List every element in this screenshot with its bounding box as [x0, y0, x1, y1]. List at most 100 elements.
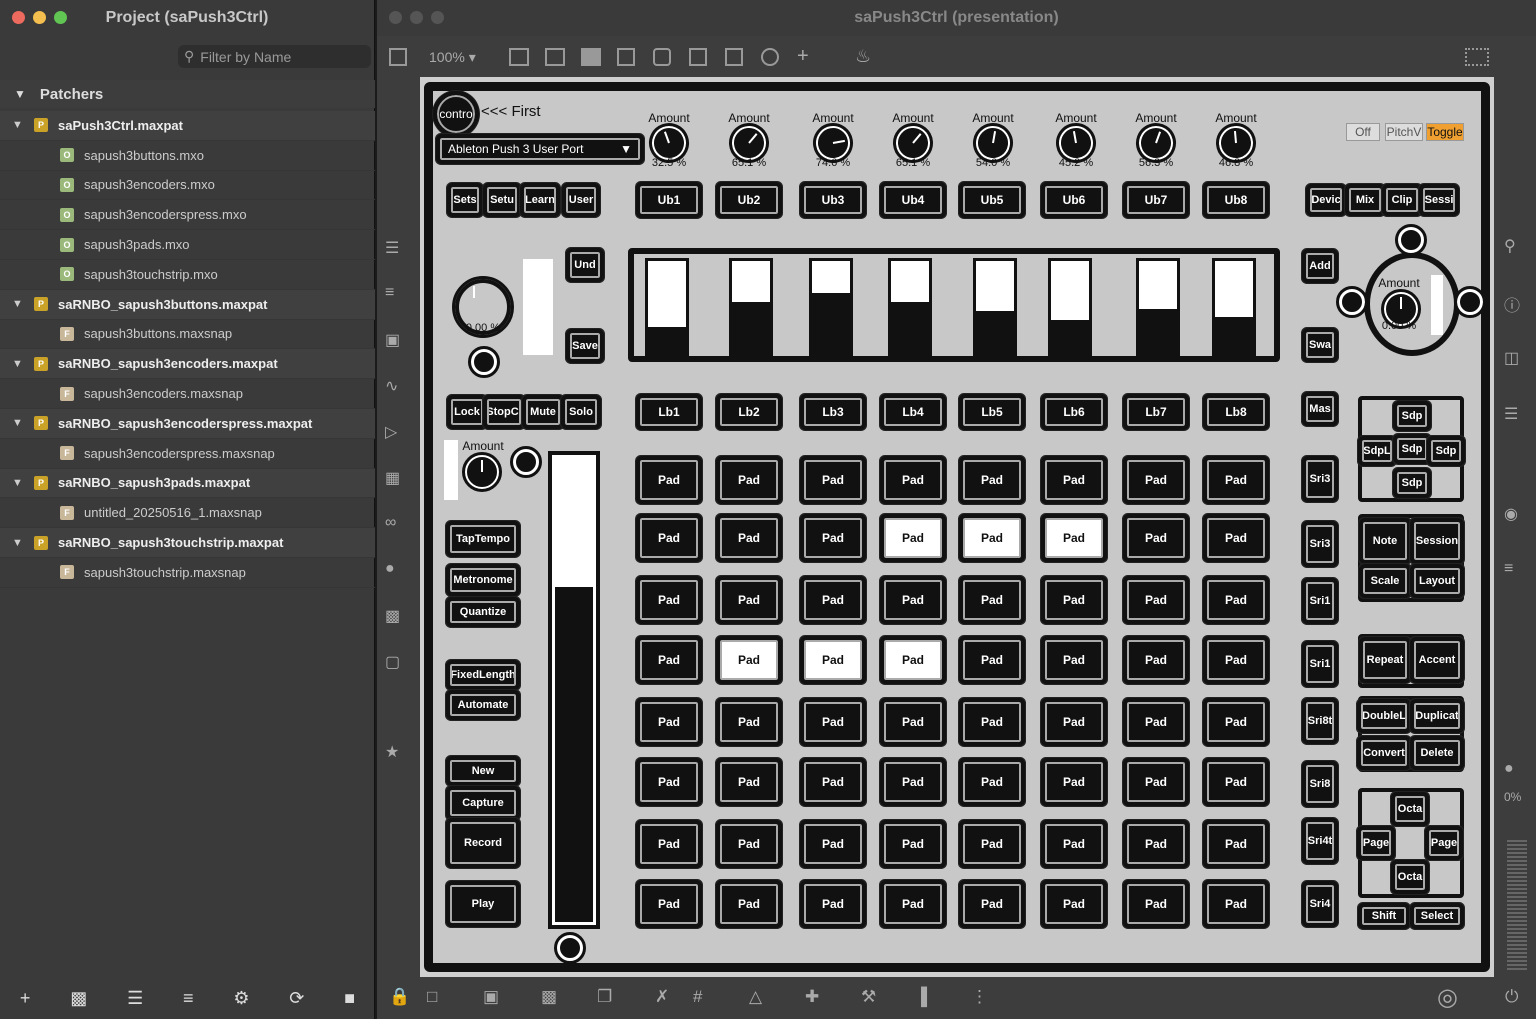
upper-button[interactable]: Ub3: [800, 182, 866, 218]
pad-button[interactable]: Pad: [1123, 698, 1189, 746]
paperclip-icon[interactable]: ∞: [385, 514, 411, 560]
pad-button[interactable]: Pad: [800, 456, 866, 504]
top-left-button[interactable]: Setu: [483, 183, 521, 217]
waveform-icon[interactable]: ∿: [385, 376, 411, 422]
pad-button[interactable]: Pad: [800, 820, 866, 868]
menu-icon[interactable]: ☰: [385, 238, 411, 284]
left-vslider[interactable]: [523, 259, 553, 355]
repeat-accent-button[interactable]: Repeat: [1359, 637, 1411, 683]
save-button[interactable]: Save: [566, 329, 604, 363]
gear-icon[interactable]: ⚙: [233, 988, 249, 1009]
undo-button[interactable]: Und: [566, 248, 604, 282]
fader[interactable]: [888, 258, 932, 356]
toggle-icon[interactable]: [617, 48, 635, 66]
patcher-tree-item[interactable]: ▼ PsaPush3Ctrl.maxpat: [0, 111, 375, 141]
right-up-button[interactable]: [1395, 224, 1427, 256]
touch-strip[interactable]: [548, 451, 600, 929]
fader[interactable]: [729, 258, 773, 356]
pad-button[interactable]: Pad: [800, 880, 866, 928]
right-right-button[interactable]: [1454, 286, 1486, 318]
contro-button[interactable]: contro: [433, 91, 479, 137]
dial-icon[interactable]: [761, 48, 779, 66]
pad-button[interactable]: Pad: [1203, 758, 1269, 806]
pad-button[interactable]: Pad: [1041, 698, 1107, 746]
patcher-tree-child[interactable]: Funtitled_20250516_1.maxsnap: [0, 498, 375, 529]
left-column-button[interactable]: Capture: [446, 786, 520, 820]
edit-button[interactable]: DoubleL: [1357, 699, 1411, 733]
shift-button[interactable]: Shift: [1358, 903, 1410, 929]
sidebar-toggle-icon[interactable]: [389, 48, 407, 66]
pad-button[interactable]: Pad: [1123, 758, 1189, 806]
patcher-tree-item[interactable]: ▼ PsaRNBO_sapush3buttons.maxpat: [0, 289, 375, 320]
upper-button[interactable]: Ub1: [636, 182, 702, 218]
left-column-button[interactable]: Record: [446, 818, 520, 868]
upper-button[interactable]: Ub8: [1203, 182, 1269, 218]
patcher-tree-item[interactable]: ▼ PsaRNBO_sapush3encoders.maxpat: [0, 349, 375, 380]
patch-cord-icon[interactable]: [509, 48, 529, 66]
pad-button[interactable]: Pad: [1203, 576, 1269, 624]
pad-button[interactable]: Pad: [636, 820, 702, 868]
pad-button[interactable]: Pad: [1203, 880, 1269, 928]
dpad-button[interactable]: SdpL: [1358, 436, 1396, 466]
presentation-icon[interactable]: ▣: [483, 987, 499, 1007]
scene-button[interactable]: Sri4: [1302, 881, 1338, 927]
track-button[interactable]: Mute: [522, 395, 564, 429]
pad-button[interactable]: Pad: [880, 758, 946, 806]
pad-button[interactable]: Pad: [959, 514, 1025, 562]
left-column-button[interactable]: TapTempo: [446, 521, 520, 557]
left-column-button[interactable]: FixedLength: [446, 660, 520, 690]
play-icon[interactable]: [689, 48, 707, 66]
bars-icon[interactable]: ▐: [915, 987, 927, 1007]
upper-button[interactable]: Ub6: [1041, 182, 1107, 218]
minimize-button[interactable]: [410, 11, 423, 24]
pad-button[interactable]: Pad: [880, 820, 946, 868]
zoom-button[interactable]: [54, 11, 67, 24]
top-left-button[interactable]: Learn: [520, 183, 560, 217]
lower-button[interactable]: Lb7: [1123, 394, 1189, 430]
fader[interactable]: [1048, 258, 1092, 356]
scene-button[interactable]: Sri1: [1302, 641, 1338, 687]
disclosure-icon[interactable]: ▼: [12, 298, 26, 310]
top-right-button[interactable]: Clip: [1382, 184, 1422, 216]
pad-button[interactable]: Pad: [800, 758, 866, 806]
fader[interactable]: [1212, 258, 1256, 356]
pad-button[interactable]: Pad: [1203, 698, 1269, 746]
left-column-button[interactable]: New: [446, 756, 520, 786]
pad-button[interactable]: Pad: [880, 880, 946, 928]
pad-button[interactable]: Pad: [959, 820, 1025, 868]
edit-button[interactable]: Delete: [1410, 736, 1464, 770]
pad-button[interactable]: Pad: [880, 636, 946, 684]
grid-icon[interactable]: [1465, 48, 1489, 66]
edit-button[interactable]: Duplicat: [1410, 699, 1464, 733]
disclosure-icon[interactable]: ▼: [12, 477, 26, 489]
lower-button[interactable]: Lb5: [959, 394, 1025, 430]
button-icon[interactable]: [653, 48, 671, 66]
pad-button[interactable]: Pad: [716, 880, 782, 928]
slider-icon[interactable]: [725, 48, 743, 66]
pad-button[interactable]: Pad: [636, 758, 702, 806]
mode-button[interactable]: Session: [1410, 518, 1464, 564]
pad-button[interactable]: Pad: [1123, 880, 1189, 928]
grid-icon[interactable]: #: [693, 987, 702, 1007]
pad-button[interactable]: Pad: [880, 514, 946, 562]
dpad-button[interactable]: Sdp: [1393, 434, 1431, 464]
pad-button[interactable]: Pad: [959, 880, 1025, 928]
lower-button[interactable]: Lb1: [636, 394, 702, 430]
pad-button[interactable]: Pad: [959, 456, 1025, 504]
pad-button[interactable]: Pad: [1041, 576, 1107, 624]
plus-icon[interactable]: +: [20, 988, 31, 1009]
chat-icon[interactable]: ▩: [541, 987, 557, 1007]
patcher-tree-child[interactable]: Osapush3touchstrip.mxo: [0, 260, 375, 290]
sequence-icon[interactable]: ▷: [385, 422, 411, 468]
debug-icon[interactable]: ✗: [655, 987, 669, 1007]
disclosure-icon[interactable]: ▼: [12, 358, 26, 370]
pad-button[interactable]: Pad: [1203, 820, 1269, 868]
sliders-icon[interactable]: ≡: [1504, 560, 1530, 760]
fader[interactable]: [1136, 258, 1180, 356]
paint-bucket-icon[interactable]: ♨: [855, 46, 871, 67]
camera-icon[interactable]: ◉: [1504, 504, 1530, 560]
track-button[interactable]: Lock: [447, 395, 487, 429]
dpad-button[interactable]: Sdp: [1393, 401, 1431, 431]
pad-button[interactable]: Pad: [716, 576, 782, 624]
mas-button[interactable]: Mas: [1302, 392, 1338, 426]
